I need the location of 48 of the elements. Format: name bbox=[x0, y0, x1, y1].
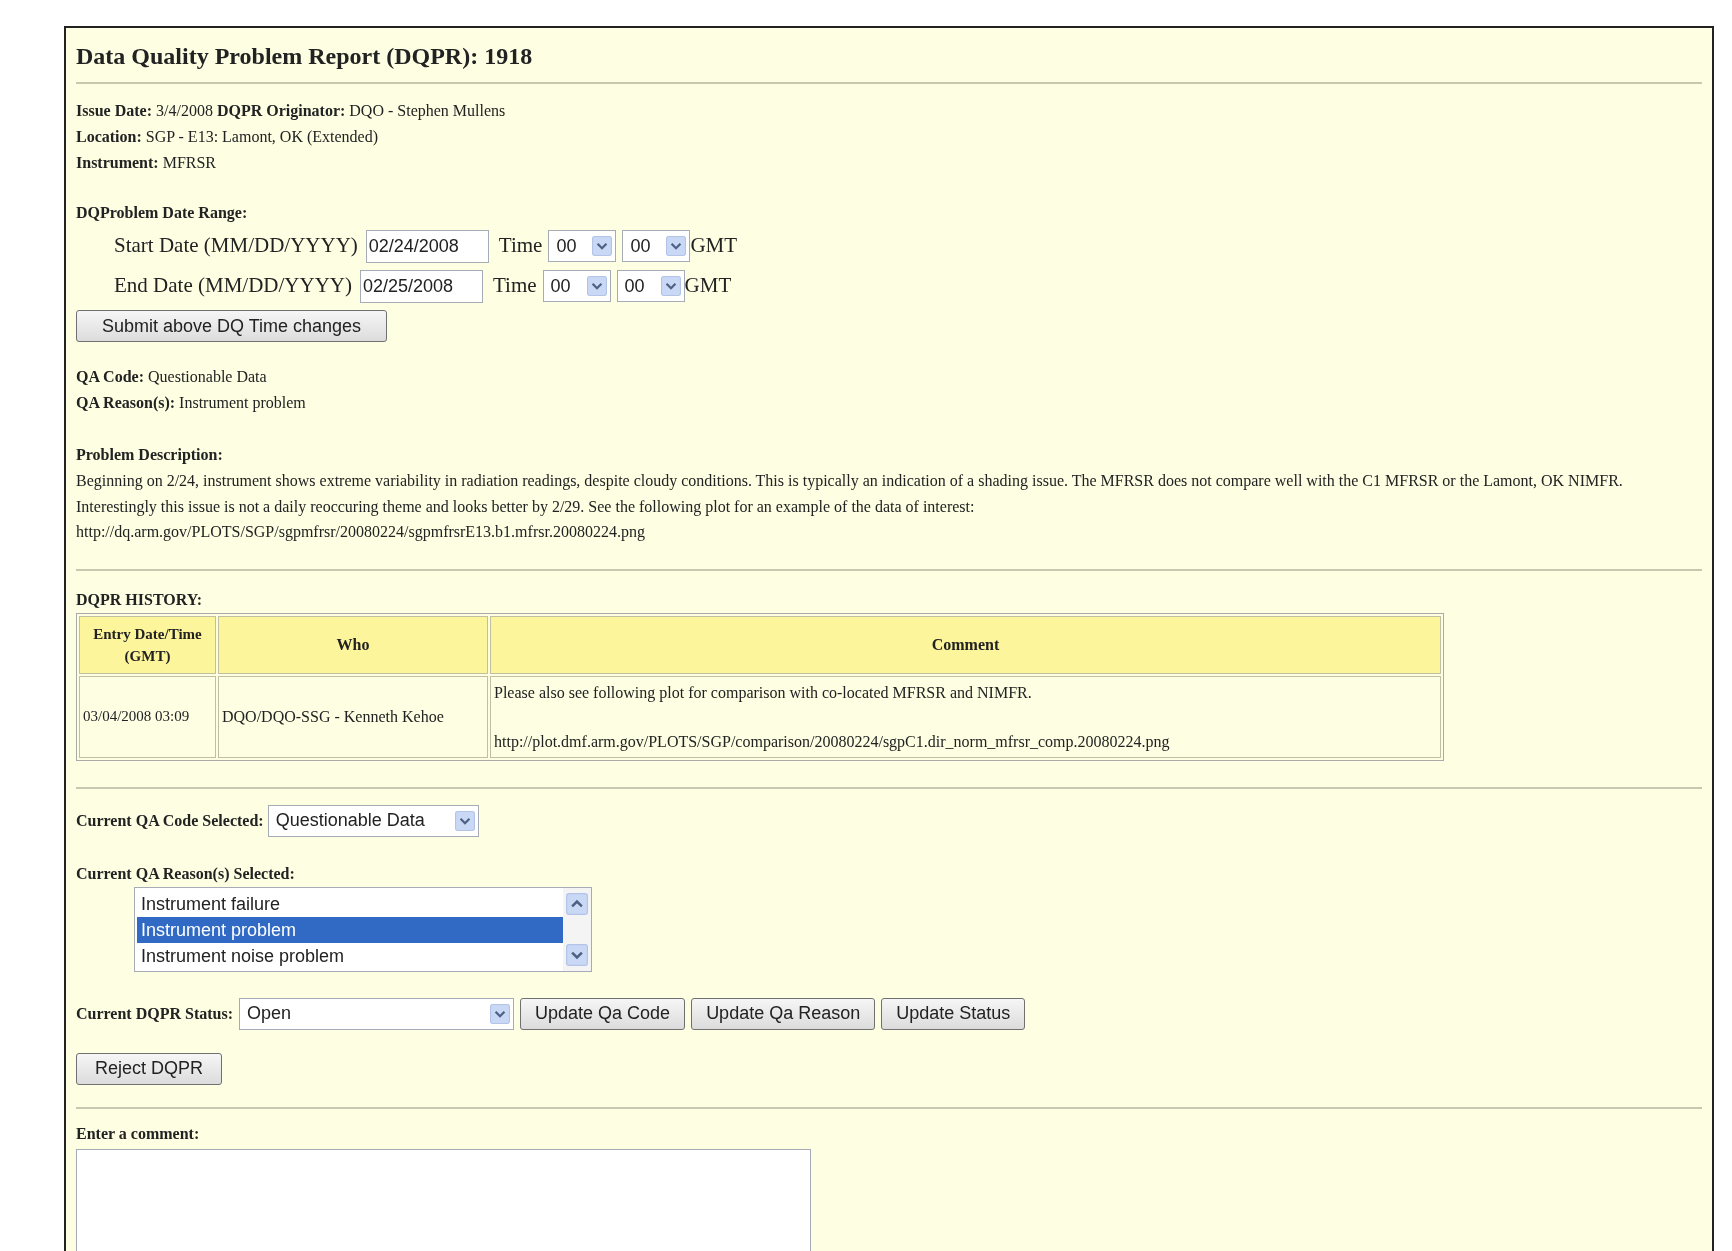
timezone-label: GMT bbox=[690, 232, 738, 260]
info-line: Instrument: MFRSR bbox=[76, 153, 218, 173]
problem-description: Beginning on 2/24, instrument shows extreme variability in radiation readings, despite cloudy conditions. This is typically an indication of a shading issue. The MFRSR does not compare well with the C1 MFRSR or the Lamont, OK NIMFR. Interestingly this issue is not a daily reoccuring theme and looks better by 2/29. See the following plot for an example of the data of interest: bbox=[76, 471, 1624, 518]
column-header: Entry Date/Time (GMT) bbox=[79, 615, 216, 674]
qa-code-select[interactable]: Questionable Data bbox=[267, 804, 479, 837]
date-label: End Date (MM/DD/YYYY) bbox=[114, 272, 352, 300]
field-label: Current QA Reason(s) Selected: bbox=[76, 863, 296, 884]
comment-field[interactable] bbox=[76, 1148, 811, 1251]
list-option[interactable]: Instrument failure bbox=[137, 890, 563, 917]
field-label: Enter a comment: bbox=[76, 1123, 201, 1144]
table-cell: 03/04/2008 03:09 bbox=[79, 675, 216, 758]
table-cell: DQO/DQO-SSG - Kenneth Kehoe bbox=[218, 675, 488, 758]
qa-line: QA Reason(s): Instrument problem bbox=[76, 393, 307, 414]
status-select[interactable]: Open bbox=[239, 997, 515, 1030]
scroll-down-icon[interactable] bbox=[566, 941, 588, 968]
list-option[interactable]: Instrument noise problem bbox=[137, 942, 563, 969]
update-button[interactable]: Update Status bbox=[881, 997, 1026, 1030]
section-label: DQPR HISTORY: bbox=[76, 589, 204, 610]
column-header: Who bbox=[218, 615, 488, 674]
field-label: Current QA Code Selected: bbox=[76, 810, 264, 831]
update-button[interactable]: Update Qa Code bbox=[520, 997, 686, 1030]
time-label: Time bbox=[498, 232, 543, 260]
submit-button[interactable]: Submit above DQ Time changes bbox=[76, 310, 387, 342]
time-label: Time bbox=[492, 272, 537, 300]
reject-button[interactable]: Reject DQPR bbox=[76, 1052, 222, 1085]
column-header: Comment bbox=[490, 615, 1441, 674]
date-label: Start Date (MM/DD/YYYY) bbox=[114, 232, 358, 260]
field-label: Current DQPR Status: bbox=[76, 1003, 234, 1024]
comment-text: http://plot.dmf.arm.gov/PLOTS/SGP/comparison/20080224/sgpC1.dir_norm_mfrsr_comp.20080224.png bbox=[494, 731, 1171, 753]
minute-select[interactable]: 00 bbox=[616, 270, 685, 302]
scroll-up-icon[interactable] bbox=[566, 890, 588, 917]
hour-select[interactable]: 00 bbox=[542, 270, 611, 302]
date-field[interactable]: 02/24/2008 bbox=[365, 229, 489, 263]
page-title: Data Quality Problem Report (DQPR): 1918 bbox=[76, 42, 534, 71]
section-label: DQProblem Date Range: bbox=[76, 203, 249, 224]
plot-url: http://dq.arm.gov/PLOTS/SGP/sgpmfrsr/20080224/sgpmfrsrE13.b1.mfrsr.20080224.png bbox=[76, 522, 646, 543]
list-option[interactable]: Instrument problem bbox=[137, 916, 563, 943]
hour-select[interactable]: 00 bbox=[548, 230, 617, 262]
info-line: Issue Date: 3/4/2008 DQPR Originator: DQO - Stephen Mullens bbox=[76, 101, 507, 122]
qa-line: QA Code: Questionable Data bbox=[76, 367, 268, 387]
update-button[interactable]: Update Qa Reason bbox=[691, 997, 876, 1030]
minute-select[interactable]: 00 bbox=[622, 230, 691, 262]
info-line: Location: SGP - E13: Lamont, OK (Extended) bbox=[76, 127, 380, 148]
comment-text: Please also see following plot for comparison with co-located MFRSR and NIMFR. bbox=[494, 682, 1033, 704]
date-field[interactable]: 02/25/2008 bbox=[359, 269, 483, 303]
reason-listbox[interactable]: Instrument failure Instrument problem Instrument noise problem bbox=[134, 886, 592, 972]
timezone-label: GMT bbox=[684, 272, 732, 300]
section-label: Problem Description: bbox=[76, 445, 224, 466]
